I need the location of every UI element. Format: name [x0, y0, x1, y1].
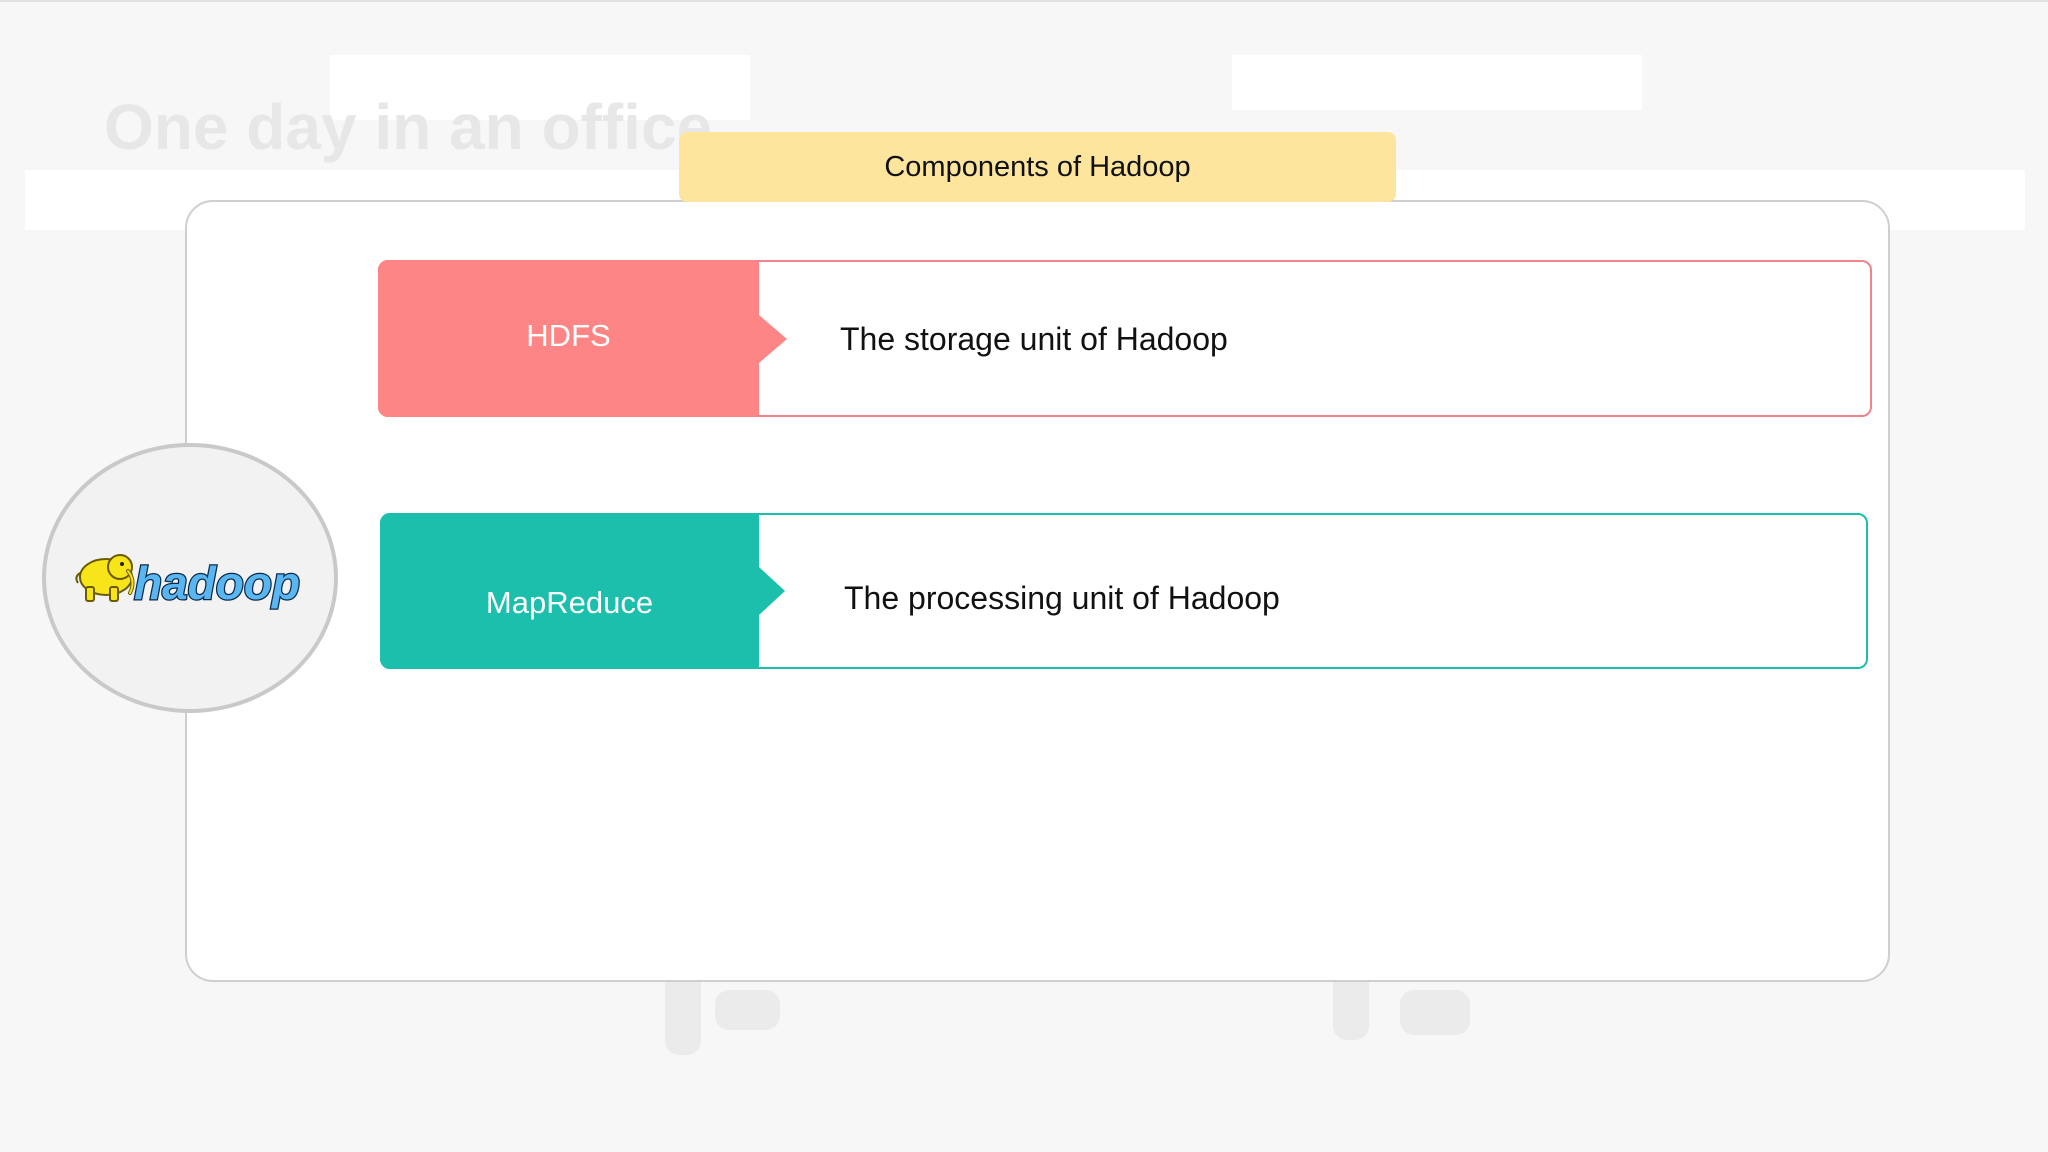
arrow-right-icon [759, 314, 787, 363]
component-description-hdfs: The storage unit of Hadoop [840, 321, 1228, 357]
component-name-hdfs: HDFS [526, 317, 611, 353]
top-divider [0, 0, 2048, 2]
components-title-banner: Components of Hadoop [679, 132, 1396, 202]
background-figure-right-foot [1400, 990, 1470, 1035]
components-title: Components of Hadoop [884, 150, 1191, 183]
elephant-icon [75, 554, 135, 602]
hadoop-wordmark: hadoop [134, 557, 300, 609]
component-row-mapreduce: MapReduce The processing unit of Hadoop [380, 513, 1868, 669]
component-tag-mapreduce: MapReduce [380, 513, 785, 669]
slide: One day in an office Components of Hadoo… [0, 0, 2048, 1152]
arrow-right-icon [759, 567, 785, 615]
background-figure-left-foot [715, 990, 780, 1030]
component-description-mapreduce: The processing unit of Hadoop [844, 580, 1280, 616]
component-name-mapreduce: MapReduce [485, 585, 654, 620]
background-figure-left [665, 970, 701, 1055]
component-tag-hdfs: HDFS [378, 260, 787, 417]
component-row-hdfs: HDFS The storage unit of Hadoop [378, 260, 1872, 417]
hadoop-logo: hadoop [75, 554, 301, 610]
hadoop-logo-circle: hadoop [42, 443, 338, 713]
background-title: One day in an office [104, 91, 713, 163]
background-banner-right [1232, 55, 1642, 110]
